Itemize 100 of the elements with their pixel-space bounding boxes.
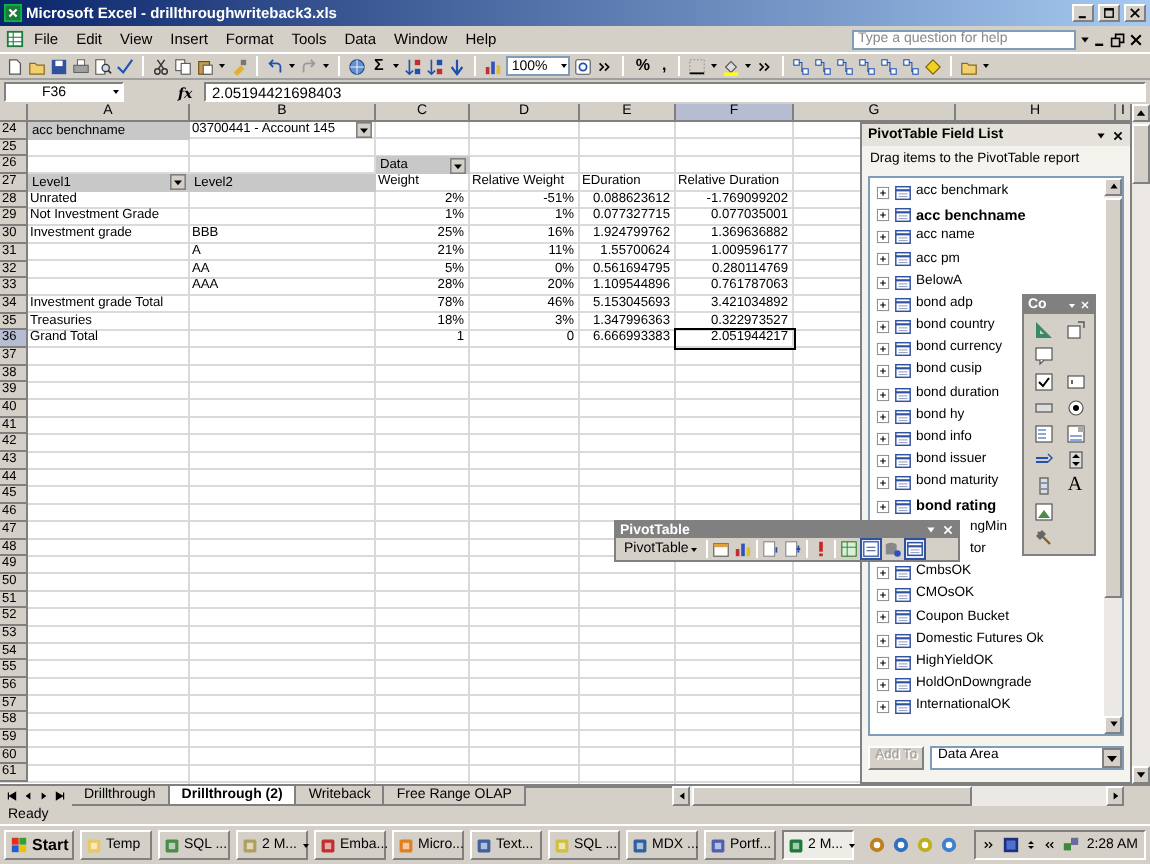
table-field-icon[interactable] [894,407,912,426]
copy-icon[interactable] [174,57,192,75]
checkmark-icon[interactable] [116,57,134,75]
expand-icon[interactable] [876,387,890,402]
expand-icon[interactable] [876,185,890,200]
sort-ascending-icon[interactable] [403,57,422,75]
chart-icon[interactable] [734,540,753,558]
checkbox-icon[interactable] [1033,372,1053,392]
chevron-icon[interactable] [756,57,775,75]
table-field-icon[interactable] [894,586,912,605]
expand-icon[interactable] [876,297,890,312]
label-tool-button[interactable]: A [1067,476,1083,496]
toolbar-button[interactable]: Σ [370,58,388,74]
expand-icon[interactable] [876,275,890,290]
table-field-icon[interactable] [894,564,912,583]
next-sheet-icon[interactable] [38,790,50,802]
table-field-icon[interactable] [894,676,912,695]
field-settings-icon[interactable] [862,540,881,558]
table-field-icon[interactable] [894,429,912,448]
show-detail-icon[interactable] [784,540,803,558]
expand-icon[interactable] [876,476,890,491]
restore-icon[interactable] [1110,31,1126,47]
minimize-button[interactable] [1072,4,1094,22]
paste-icon[interactable] [196,57,214,75]
border-icon[interactable] [688,57,707,75]
horizontal-scrollbar[interactable] [672,786,1124,806]
expand-icon[interactable] [876,364,890,379]
properties-icon[interactable] [1065,320,1085,340]
table-field-icon[interactable] [894,631,912,650]
dropdown-button-icon[interactable] [1102,747,1122,768]
chevron-icon[interactable] [595,57,614,75]
hierarchy-icon[interactable] [902,57,921,75]
table-field-icon[interactable] [894,206,912,225]
expand-icon[interactable] [876,610,890,625]
fill-color-icon[interactable] [722,57,741,75]
expand-icon[interactable] [876,655,890,670]
hierarchy-icon[interactable] [858,57,877,75]
dropdown-button-icon[interactable] [450,157,466,174]
help-icon[interactable] [573,57,592,75]
table-field-icon[interactable] [894,653,912,672]
list-scrollbar[interactable] [1104,177,1122,734]
expand-icon[interactable] [876,252,890,267]
expand-icon[interactable] [876,566,890,581]
hierarchy-icon[interactable] [880,57,899,75]
expand-icon[interactable] [876,678,890,693]
hierarchy-icon[interactable] [814,57,833,75]
app-icon[interactable] [476,837,492,853]
spinner-icon[interactable] [1065,450,1085,470]
left-arrow-icon[interactable] [675,790,687,802]
toolbar-button[interactable]: , [657,58,671,74]
dropdown-button-icon[interactable] [356,122,372,138]
field-list-icon[interactable] [906,540,925,558]
scroll-thumb[interactable] [692,786,972,806]
table-field-icon[interactable] [894,474,912,493]
speech-bubble-icon[interactable] [1033,346,1053,366]
hierarchy-icon[interactable] [836,57,855,75]
table-field-icon[interactable] [894,362,912,381]
scissors-icon[interactable] [152,57,170,75]
hammer-icon[interactable] [1033,528,1053,548]
spreadsheet-icon[interactable] [6,30,24,48]
table-field-icon[interactable] [894,273,912,292]
app-icon[interactable] [788,837,804,853]
table-field-icon[interactable] [894,608,912,627]
first-sheet-icon[interactable] [6,790,18,802]
undo-icon[interactable] [266,57,284,75]
table-field-icon[interactable] [894,228,912,247]
hierarchy-icon[interactable] [792,57,811,75]
database-icon[interactable] [884,540,903,558]
table-field-icon[interactable] [894,698,912,717]
print-preview-icon[interactable] [94,57,112,75]
expand-icon[interactable] [876,342,890,357]
scroll-bar-icon[interactable] [1033,476,1053,496]
close-icon[interactable] [1112,129,1124,141]
expand-icon[interactable] [876,588,890,603]
language-icon[interactable] [1002,836,1021,854]
combo-box-icon[interactable] [1065,424,1085,444]
last-sheet-icon[interactable] [54,790,66,802]
close-icon[interactable] [1128,31,1144,47]
scroll-left-button[interactable] [672,786,690,806]
maximize-icon[interactable] [1102,6,1116,20]
vertical-scrollbar[interactable] [1132,104,1150,784]
app-icon[interactable] [632,837,648,853]
chevron-icon[interactable] [982,838,997,852]
close-icon[interactable] [1128,6,1142,20]
hide-detail-icon[interactable] [762,540,781,558]
previous-sheet-icon[interactable] [22,790,34,802]
radio-button-icon[interactable] [1065,398,1085,418]
image-icon[interactable] [1033,502,1053,522]
table-field-icon[interactable] [894,318,912,337]
maximize-button[interactable] [1098,4,1120,22]
table-field-icon[interactable] [894,250,912,269]
expand-icon[interactable] [876,431,890,446]
printer-icon[interactable] [72,57,90,75]
select-all-corner[interactable] [0,104,28,122]
page-icon[interactable] [6,57,24,75]
close-button[interactable] [1124,4,1146,22]
scroll-thumb[interactable] [1132,124,1150,184]
globe-icon[interactable] [348,57,366,75]
table-field-icon[interactable] [894,385,912,404]
app-icon[interactable] [320,837,336,853]
